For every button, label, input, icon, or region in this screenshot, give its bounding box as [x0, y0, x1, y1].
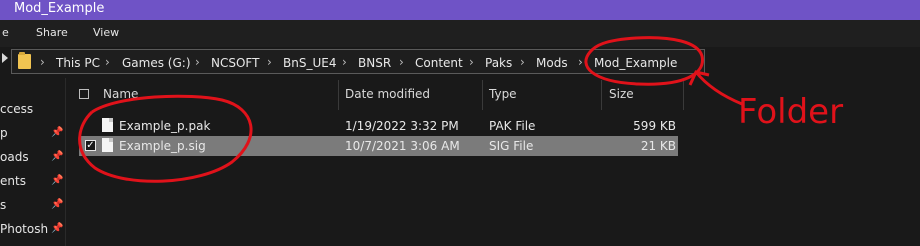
file-size: 21 KB [640, 139, 676, 153]
nav-item-downloads[interactable]: oads [0, 150, 29, 164]
folder-icon [18, 52, 31, 69]
column-header-date-modified[interactable]: Date modified [345, 87, 430, 101]
breadcrumb-bns-ue4[interactable]: BnS_UE4 [283, 56, 336, 70]
nav-item-desktop[interactable]: p [0, 126, 8, 140]
breadcrumb-separator[interactable]: › [105, 55, 110, 69]
breadcrumb-this-pc[interactable]: This PC [56, 56, 100, 70]
pin-icon: 📌 [51, 127, 64, 138]
file-size: 599 KB [633, 119, 676, 133]
navigation-pane: ccess p 📌 oads 📌 ents 📌 s 📌 Photosh 📌 [0, 78, 66, 246]
file-type: PAK File [489, 119, 536, 133]
breadcrumb-separator[interactable]: › [578, 55, 583, 69]
ribbon-tabs: e Share View [0, 20, 920, 47]
breadcrumb-separator[interactable]: › [195, 55, 200, 69]
address-bar-area: › This PC › Games (G:) › NCSOFT › BnS_UE… [0, 47, 920, 78]
column-divider[interactable] [683, 80, 684, 110]
file-row[interactable]: Example_p.pak 1/19/2022 3:32 PM PAK File… [79, 116, 678, 136]
file-row-selected[interactable]: ✓ Example_p.sig 10/7/2021 3:06 AM SIG Fi… [79, 136, 678, 156]
breadcrumb-bnsr[interactable]: BNSR [358, 56, 391, 70]
tab-home[interactable]: e [2, 26, 9, 39]
select-all-checkbox[interactable] [79, 89, 89, 99]
breadcrumb-separator[interactable]: › [399, 55, 404, 69]
window-title: Mod_Example [14, 1, 105, 16]
nav-item-pictures[interactable]: s [0, 198, 6, 212]
file-icon [102, 138, 113, 152]
file-name: Example_p.pak [119, 119, 211, 133]
file-date: 1/19/2022 3:32 PM [345, 119, 459, 133]
pin-icon: 📌 [51, 223, 64, 234]
pin-icon: 📌 [51, 151, 64, 162]
folder-label: Folder [738, 92, 843, 132]
column-divider[interactable] [338, 80, 339, 110]
breadcrumb-ncsoft[interactable]: NCSOFT [211, 56, 259, 70]
breadcrumb-content[interactable]: Content [415, 56, 463, 70]
column-header-type[interactable]: Type [489, 87, 517, 101]
file-date: 10/7/2021 3:06 AM [345, 139, 460, 153]
file-icon [102, 118, 113, 132]
tab-share[interactable]: Share [36, 26, 68, 39]
row-checkbox-checked[interactable]: ✓ [85, 140, 96, 151]
breadcrumb-mods[interactable]: Mods [536, 56, 568, 70]
pin-icon: 📌 [51, 199, 64, 210]
nav-item-documents[interactable]: ents [0, 174, 26, 188]
breadcrumb-mod-example[interactable]: Mod_Example [594, 56, 677, 70]
breadcrumb-separator[interactable]: › [267, 55, 272, 69]
nav-item-quick-access[interactable]: ccess [0, 102, 33, 116]
column-header-size[interactable]: Size [609, 87, 634, 101]
file-name: Example_p.sig [119, 139, 206, 153]
breadcrumb-paks[interactable]: Paks [485, 56, 512, 70]
tab-view[interactable]: View [93, 26, 119, 39]
column-header-name[interactable]: Name [103, 87, 138, 101]
address-bar[interactable]: › This PC › Games (G:) › NCSOFT › BnS_UE… [11, 49, 705, 74]
column-divider[interactable] [482, 80, 483, 110]
chevron-right-icon[interactable] [2, 53, 8, 63]
file-type: SIG File [489, 139, 534, 153]
breadcrumb-games-drive[interactable]: Games (G:) [122, 56, 191, 70]
window-titlebar: Mod_Example [0, 0, 920, 20]
breadcrumb-separator[interactable]: › [520, 55, 525, 69]
breadcrumb-separator[interactable]: › [469, 55, 474, 69]
nav-item-photoshop[interactable]: Photosh [0, 222, 48, 236]
breadcrumb-separator[interactable]: › [342, 55, 347, 69]
column-divider[interactable] [601, 80, 602, 110]
pin-icon: 📌 [51, 175, 64, 186]
breadcrumb-separator[interactable]: › [40, 55, 45, 69]
